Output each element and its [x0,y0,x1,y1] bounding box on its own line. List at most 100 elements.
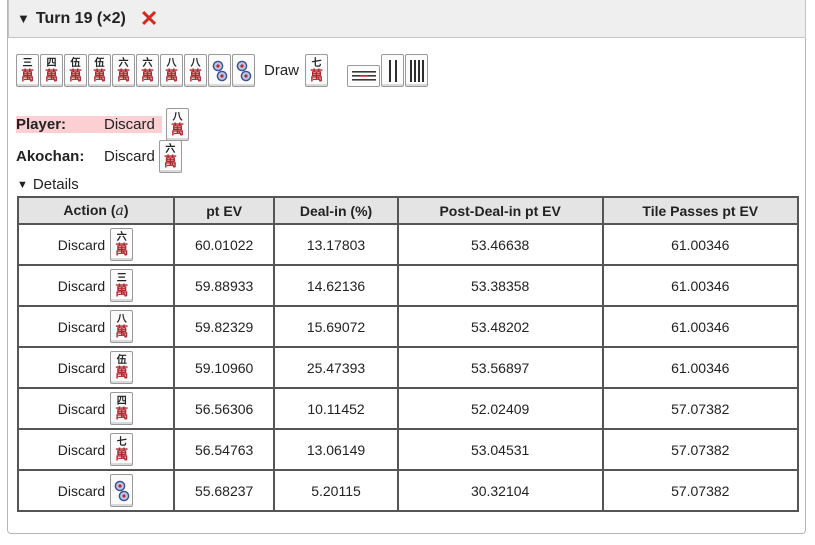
turn-title[interactable]: ▼ Turn 19 (×2) [17,10,126,28]
deal-in-cell: 10.11452 [273,387,399,430]
pt-ev-cell: 60.01022 [172,223,276,266]
tile-suit: 萬 [115,283,129,299]
tile-number: 六 [142,57,153,69]
action-label: Discard [57,318,106,335]
post-deal-in-cell: 30.32104 [396,469,604,512]
tile-number: 伍 [116,354,127,366]
sou-tile [405,54,429,87]
man-tile: 八萬 [184,54,207,87]
tile-number: 八 [190,57,201,69]
pt-ev-cell: 59.82329 [172,305,276,348]
man-tile: 四萬 [110,392,134,425]
action-label: Discard [57,359,106,376]
akochan-name: Akochan: [16,148,85,165]
tile-number: 六 [116,231,127,243]
table-row: Discard 六萬 60.01022 13.17803 53.46638 61.0034… [17,223,800,266]
post-deal-in-cell: 53.48202 [396,305,604,348]
sou-tile-sideways [347,65,381,87]
table-row: Discard 四萬 56.56306 10.11452 52.02409 57.0738… [17,387,800,430]
man-tile: 六萬 [112,54,135,87]
tile-suit: 萬 [164,68,178,84]
tile-number: 四 [116,395,127,407]
action-cell: Discard 八萬 [17,305,175,348]
post-deal-in-cell: 53.46638 [396,223,604,266]
details-triangle-icon[interactable]: ▼ [17,179,28,191]
close-icon[interactable]: ✕ [140,7,158,30]
details-toggle[interactable]: ▼ Details [17,176,79,193]
post-deal-in-cell: 53.56897 [396,346,604,389]
tile-number: 六 [165,143,176,155]
man-tile: 六萬 [158,140,182,173]
player-action: Discard [104,116,155,133]
akochan-tile-slot: 六萬 [158,140,183,173]
man-tile: 八萬 [160,54,183,87]
player-name: Player: [16,116,67,133]
col-post-deal-in: Post-Deal-in pt EV [396,196,604,225]
tile-suit: 萬 [116,68,130,84]
action-cell: Discard 三萬 [17,264,175,307]
details-label: Details [32,176,79,193]
tile-number: 伍 [94,57,105,69]
tile-suit: 萬 [140,68,154,84]
draw-tile-slot: 七萬 [305,54,329,87]
tile-passes-cell: 61.00346 [601,264,800,307]
col-action: Action (a) [17,196,175,225]
tile-passes-cell: 61.00346 [601,346,800,389]
tile-passes-cell: 61.00346 [601,223,800,266]
tile-number: 六 [118,57,129,69]
tile-number: 四 [46,57,57,69]
hand-tiles: 三萬四萬伍萬伍萬六萬六萬八萬八萬 [16,54,256,87]
deal-in-cell: 25.47393 [273,346,399,389]
tile-number: 三 [22,57,33,69]
action-cell: Discard 六萬 [17,223,175,266]
tile-passes-cell: 57.07382 [601,469,800,512]
tile-number: 七 [311,57,322,69]
tile-number: 八 [116,313,127,325]
action-label: Discard [57,441,106,458]
man-tile: 伍萬 [64,54,87,87]
col-deal-in: Deal-in (%) [273,196,399,225]
hand-row: 三萬四萬伍萬伍萬六萬六萬八萬八萬 Draw 七萬 [16,54,429,87]
tile-passes-cell: 61.00346 [601,305,800,348]
akochan-row: Akochan: Discard 六萬 [16,140,183,173]
pt-ev-cell: 56.54763 [172,428,276,471]
tile-suit: 萬 [115,365,129,381]
man-tile: 四萬 [40,54,63,87]
pt-ev-cell: 59.10960 [172,346,276,389]
action-cell: Discard 七萬 [17,428,175,471]
draw-label: Draw [264,62,300,79]
action-label: Discard [57,236,106,253]
table-row: Discard 八萬 59.82329 15.69072 53.48202 61.0034… [17,305,800,348]
action-label: Discard [57,482,106,499]
tile-number: 三 [116,272,127,284]
deal-in-cell: 5.20115 [273,469,399,512]
sou-tile [381,54,405,87]
man-tile: 三萬 [16,54,39,87]
meld-group [347,54,429,87]
table-body: Discard 六萬 60.01022 13.17803 53.46638 61.0034… [17,223,800,512]
ev-table: Action (a) pt EV Deal-in (%) Post-Deal-i… [17,196,800,512]
tile-suit: 萬 [310,68,324,84]
tile-suit: 萬 [170,122,184,138]
action-cell: Discard 伍萬 [17,346,175,389]
tile-suit: 萬 [163,154,177,170]
turn-header[interactable]: ▼ Turn 19 (×2) ✕ [8,0,806,38]
table-row: Discard 伍萬 59.10960 25.47393 53.56897 61.0034… [17,346,800,389]
player-tile-slot: 八萬 [166,108,190,141]
collapse-triangle-icon[interactable]: ▼ [17,11,30,26]
col-tile-passes: Tile Passes pt EV [601,196,800,225]
tile-number: 八 [166,57,177,69]
action-label: Discard [57,277,106,294]
action-cell: Discard [17,469,175,512]
man-tile: 七萬 [110,433,134,466]
deal-in-cell: 13.17803 [273,223,399,266]
akochan-action: Discard [104,148,155,165]
table-row: Discard 三萬 59.88933 14.62136 53.38358 61.0034… [17,264,800,307]
tile-number: 七 [116,436,127,448]
tile-number: 八 [172,111,183,123]
pin-2-tile [232,54,255,87]
post-deal-in-cell: 52.02409 [396,387,604,430]
action-cell: Discard 四萬 [17,387,175,430]
man-tile: 八萬 [110,310,134,343]
pin-2-tile [208,54,231,87]
